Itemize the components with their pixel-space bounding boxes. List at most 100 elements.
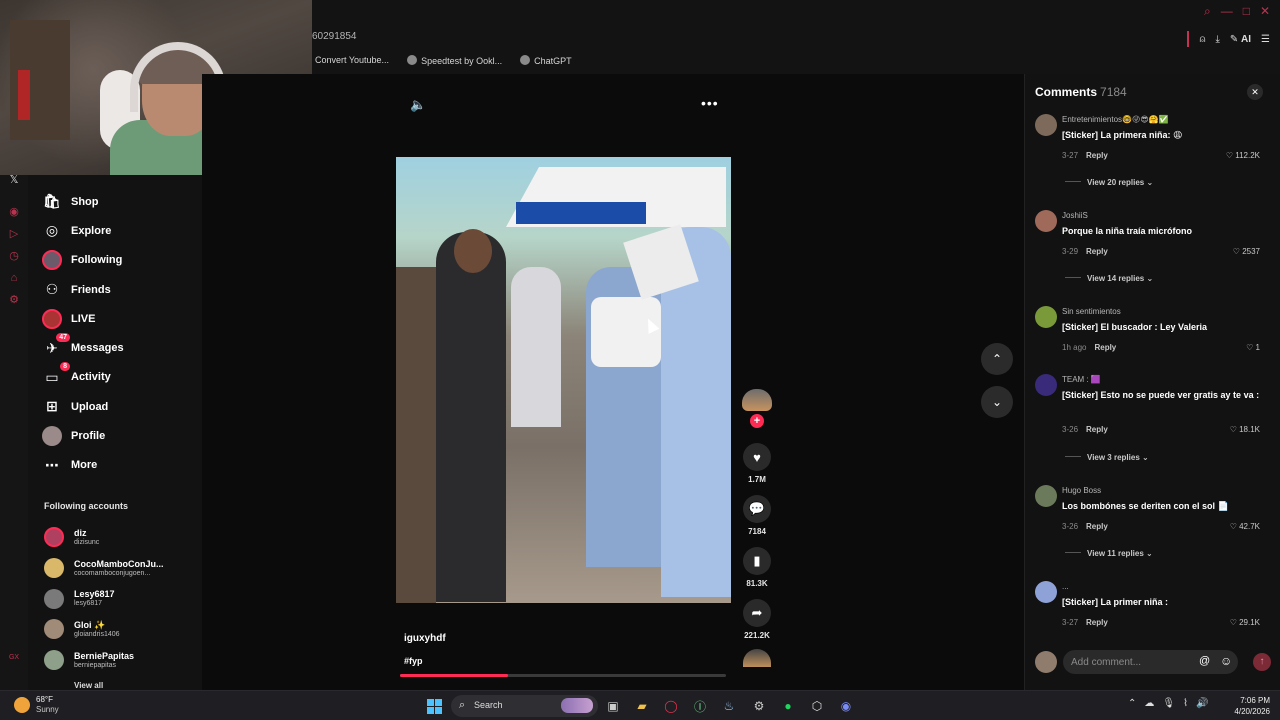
rail-icon[interactable]: ◷ [8, 250, 20, 262]
avatar[interactable] [1035, 485, 1057, 507]
x-icon[interactable]: 𝕏 [8, 174, 20, 186]
comment-like[interactable]: ♡ 29.1K [1230, 618, 1260, 627]
ai-button[interactable]: ✎ AI [1230, 34, 1251, 45]
opera-gx-icon[interactable]: ◯ [662, 697, 680, 715]
previous-video-button[interactable]: ⌃ [981, 343, 1013, 375]
comment-like[interactable]: ♡ 42.7K [1230, 522, 1260, 531]
nav-upload[interactable]: ⊞ Upload [42, 392, 124, 421]
download-icon[interactable]: ⤓ [1215, 34, 1219, 45]
network-icon[interactable]: ⌇ [1183, 698, 1188, 709]
rail-icon[interactable]: ◉ [8, 206, 20, 218]
comment-user[interactable]: Sin sentimientos [1062, 307, 1121, 316]
reply-button[interactable]: Reply [1086, 618, 1108, 627]
comment-like[interactable]: ♡ 1 [1246, 343, 1260, 352]
mention-icon[interactable]: @ [1199, 655, 1210, 667]
video-author[interactable]: iguxyhdf [404, 633, 446, 644]
comment-like[interactable]: ♡ 18.1K [1230, 425, 1260, 434]
file-explorer-icon[interactable]: ▰ [633, 697, 651, 715]
video-progress-bar[interactable] [400, 674, 726, 677]
view-all-link[interactable]: View all [74, 681, 103, 690]
nav-explore[interactable]: ◎ Explore [42, 216, 124, 245]
maximize-icon[interactable]: □ [1243, 4, 1250, 19]
reply-button[interactable]: Reply [1086, 151, 1108, 160]
settings-icon[interactable]: ⚙ [8, 294, 20, 306]
bookmark-item[interactable]: Speedtest by Ookl... [407, 55, 502, 66]
comment-button[interactable]: 💬 7184 [740, 495, 774, 536]
nav-following[interactable]: Following [42, 246, 124, 275]
reply-button[interactable]: Reply [1094, 343, 1116, 352]
discord-icon[interactable]: ◉ [837, 697, 855, 715]
more-options-icon[interactable]: ••• [701, 95, 719, 111]
comment-user[interactable]: Entretenimientos🤓😜😎🤗✅ [1062, 115, 1169, 124]
close-comments-button[interactable]: ✕ [1247, 84, 1263, 100]
taskbar-search[interactable]: ⌕ Search [451, 695, 598, 717]
cloud-icon[interactable]: ☁ [1144, 698, 1154, 709]
following-account[interactable]: BerniePapitas berniepapitas [44, 645, 164, 676]
emoji-icon[interactable]: ☺ [1220, 654, 1232, 668]
save-button[interactable]: ▮ 81.3K [740, 547, 774, 588]
nav-more[interactable]: ⋯ More [42, 451, 124, 480]
menu-icon[interactable]: ☰ [1261, 34, 1270, 45]
view-replies-button[interactable]: View 11 replies ⌄ [1065, 549, 1153, 558]
rail-icon[interactable]: GX [8, 652, 20, 664]
comment-user[interactable]: JoshiiS [1062, 211, 1088, 220]
reply-button[interactable]: Reply [1086, 522, 1108, 531]
nav-live[interactable]: LIVE [42, 304, 124, 333]
spotify-icon[interactable]: ● [779, 697, 797, 715]
comment-user[interactable]: Hugo Boss [1062, 486, 1101, 495]
view-replies-button[interactable]: View 20 replies ⌄ [1065, 178, 1153, 187]
following-account[interactable]: diz dizisunc [44, 522, 164, 553]
following-account[interactable]: CocoMamboConJu... cocomamboconjugoen... [44, 553, 164, 584]
nav-friends[interactable]: ⚇ Friends [42, 275, 124, 304]
reply-button[interactable]: Reply [1086, 247, 1108, 256]
app-icon[interactable]: Ⓘ [691, 697, 709, 715]
comment-user[interactable]: ... [1062, 582, 1069, 591]
nav-activity[interactable]: ▭ 8 Activity [42, 362, 124, 392]
avatar[interactable] [1035, 374, 1057, 396]
minimize-icon[interactable]: — [1221, 4, 1233, 19]
follow-plus-icon[interactable]: + [750, 414, 764, 428]
avatar[interactable] [1035, 581, 1057, 603]
chevron-up-icon[interactable]: ⌃ [1128, 698, 1136, 709]
weather-widget[interactable]: 68°F Sunny [14, 695, 59, 715]
send-button[interactable]: ↑ [1253, 653, 1271, 671]
nav-messages[interactable]: ✈ 47 Messages [42, 333, 124, 362]
mic-icon[interactable]: 🎙 [1162, 698, 1175, 709]
video-caption[interactable]: #fyp [404, 656, 423, 666]
comment-user[interactable]: TEAM : 🟪 [1062, 375, 1101, 384]
volume-icon[interactable]: 🔊 [1196, 698, 1208, 709]
app-icon[interactable]: ⬡ [808, 697, 826, 715]
search-icon[interactable]: ⌕ [1204, 4, 1211, 19]
share-button[interactable]: ➦ 221.2K [740, 599, 774, 640]
view-replies-button[interactable]: View 14 replies ⌄ [1065, 274, 1153, 283]
view-replies-button[interactable]: View 3 replies ⌄ [1065, 453, 1149, 462]
task-view-icon[interactable]: ▣ [604, 697, 622, 715]
avatar[interactable] [1035, 114, 1057, 136]
comment-input[interactable] [1063, 650, 1238, 674]
bookmark-item[interactable]: Convert Youtube... [315, 55, 389, 66]
next-video-button[interactable]: ⌄ [981, 386, 1013, 418]
volume-icon[interactable]: 🔈 [410, 97, 426, 113]
following-account[interactable]: Gloi ✨ gloiandris1406 [44, 614, 164, 645]
avatar[interactable] [1035, 306, 1057, 328]
nav-profile[interactable]: Profile [42, 421, 124, 450]
rail-icon[interactable]: ⌂ [8, 272, 20, 284]
start-button[interactable] [425, 697, 443, 715]
video-player[interactable] [396, 157, 731, 603]
address-bar-text[interactable]: 60291854 [312, 31, 357, 42]
rail-icon[interactable]: ▷ [8, 228, 20, 240]
account-icon[interactable]: ⍝ [1199, 34, 1205, 45]
bookmark-item[interactable]: ChatGPT [520, 55, 572, 66]
close-icon[interactable]: ✕ [1260, 4, 1270, 19]
steam-icon[interactable]: ♨ [720, 697, 738, 715]
following-account[interactable]: Lesy6817 lesy6817 [44, 583, 164, 614]
author-avatar[interactable] [742, 389, 772, 411]
nav-shop[interactable]: 🛍 Shop [42, 187, 124, 216]
avatar[interactable] [1035, 210, 1057, 232]
comment-like[interactable]: ♡ 2537 [1233, 247, 1260, 256]
like-button[interactable]: ♥ 1.7M [740, 443, 774, 484]
comment-like[interactable]: ♡ 112.2K [1226, 151, 1260, 160]
clock[interactable]: 7:06 PM 4/20/2026 [1226, 695, 1270, 717]
app-icon[interactable]: ⚙ [750, 697, 768, 715]
reply-button[interactable]: Reply [1086, 425, 1108, 434]
